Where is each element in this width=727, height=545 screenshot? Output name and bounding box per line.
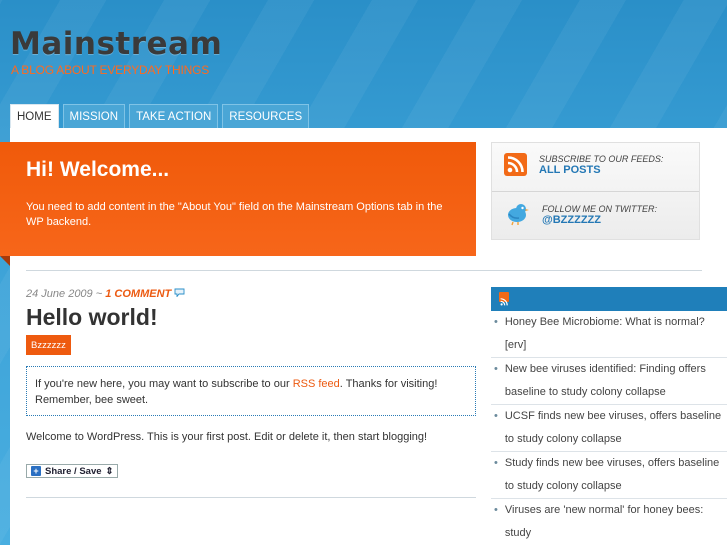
twitter-handle-link[interactable]: @BZZZZZZ bbox=[542, 214, 657, 226]
feed-item[interactable]: • Study finds new bee viruses, offers ba… bbox=[491, 452, 727, 499]
feed-list: • Honey Bee Microbiome: What is normal? … bbox=[491, 311, 727, 545]
post-date: 24 June 2009 bbox=[26, 288, 93, 300]
feed-item[interactable]: • Honey Bee Microbiome: What is normal? … bbox=[491, 311, 727, 358]
post-tag[interactable]: Bzzzzzz bbox=[26, 335, 71, 355]
bullet: • bbox=[494, 363, 498, 375]
bullet: • bbox=[494, 457, 498, 469]
subscribe-notice: If you're new here, you may want to subs… bbox=[26, 366, 476, 416]
comments-link[interactable]: 1 COMMENT bbox=[105, 288, 171, 300]
speech-bubble-icon[interactable] bbox=[174, 288, 185, 300]
site-tagline: A BLOG ABOUT EVERYDAY THINGS bbox=[11, 63, 210, 77]
twitter-bird-icon[interactable] bbox=[504, 200, 530, 230]
bullet: • bbox=[494, 316, 498, 328]
feed-item-title[interactable]: New bee viruses identified: Finding offe… bbox=[505, 358, 727, 404]
feed-item[interactable]: • New bee viruses identified: Finding of… bbox=[491, 358, 727, 405]
main-navigation: HOME MISSION TAKE ACTION RESOURCES bbox=[10, 104, 310, 129]
welcome-panel: Hi! Welcome... You need to add content i… bbox=[0, 142, 476, 256]
site-title[interactable]: Mainstream bbox=[10, 26, 222, 62]
feed-item-title[interactable]: Study finds new bee viruses, offers base… bbox=[505, 452, 727, 498]
rss-feed-link[interactable]: RSS feed bbox=[293, 378, 340, 390]
notice-text-before: If you're new here, you may want to subs… bbox=[35, 378, 290, 390]
meta-separator: ~ bbox=[95, 288, 103, 300]
rss-icon[interactable] bbox=[499, 292, 509, 306]
feed-item-title[interactable]: Viruses are 'new normal' for honey bees:… bbox=[505, 499, 727, 545]
twitter-caption: FOLLOW ME ON TWITTER: bbox=[542, 204, 657, 214]
divider bbox=[26, 497, 476, 498]
divider bbox=[492, 191, 699, 192]
subscribe-feeds-row[interactable]: SUBSCRIBE TO OUR FEEDS: ALL POSTS bbox=[504, 153, 663, 176]
subscribe-feeds-caption: SUBSCRIBE TO OUR FEEDS: bbox=[539, 153, 664, 164]
share-save-button[interactable]: + Share / Save ⇕ bbox=[26, 464, 119, 478]
nav-tab-mission[interactable]: MISSION bbox=[62, 104, 126, 128]
feed-item[interactable]: • UCSF finds new bee viruses, offers bas… bbox=[491, 405, 727, 452]
bullet: • bbox=[494, 410, 498, 422]
plus-icon: + bbox=[31, 466, 41, 476]
twitter-row[interactable]: FOLLOW ME ON TWITTER: @BZZZZZZ bbox=[504, 200, 657, 230]
rss-icon[interactable] bbox=[504, 153, 527, 176]
nav-tab-home[interactable]: HOME bbox=[10, 104, 59, 129]
feed-item[interactable]: • Viruses are 'new normal' for honey bee… bbox=[491, 499, 727, 545]
feed-item-title[interactable]: Honey Bee Microbiome: What is normal? [e… bbox=[505, 311, 727, 357]
welcome-fold-decoration bbox=[0, 256, 10, 266]
welcome-heading: Hi! Welcome... bbox=[26, 158, 170, 181]
welcome-text: You need to add content in the "About Yo… bbox=[26, 201, 443, 228]
share-label: Share / Save bbox=[45, 465, 102, 477]
post-title[interactable]: Hello world! bbox=[26, 304, 158, 331]
nav-tab-resources[interactable]: RESOURCES bbox=[222, 104, 310, 128]
post-body: Welcome to WordPress. This is your first… bbox=[26, 431, 428, 443]
all-posts-link[interactable]: ALL POSTS bbox=[539, 164, 663, 176]
feed-widget-header bbox=[491, 287, 727, 311]
bullet: • bbox=[494, 504, 498, 516]
share-caret: ⇕ bbox=[105, 465, 114, 477]
post-meta: 24 June 2009 ~ 1 COMMENT bbox=[26, 288, 185, 300]
divider bbox=[26, 270, 702, 271]
feed-item-title[interactable]: UCSF finds new bee viruses, offers basel… bbox=[505, 405, 727, 451]
nav-tab-take-action[interactable]: TAKE ACTION bbox=[129, 104, 219, 128]
subscribe-box: SUBSCRIBE TO OUR FEEDS: ALL POSTS FOLLOW… bbox=[491, 142, 700, 240]
